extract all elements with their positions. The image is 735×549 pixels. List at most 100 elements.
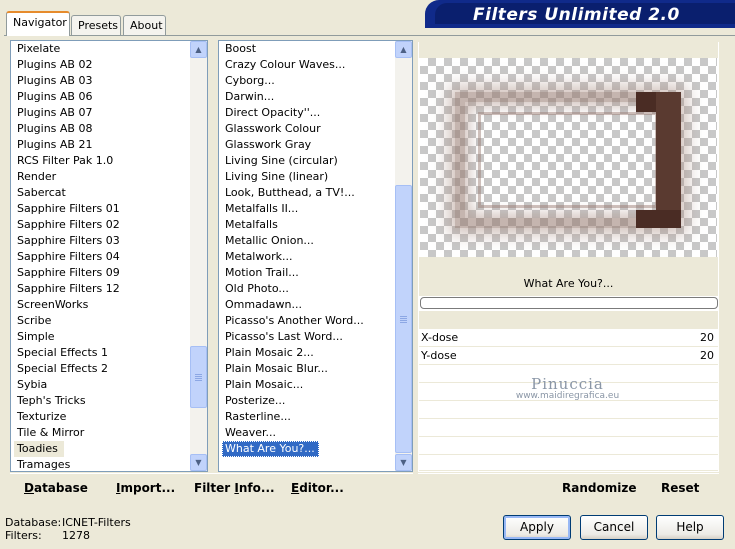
list-item[interactable]: Special Effects 1: [11, 345, 189, 361]
preview-spacer: [419, 311, 718, 329]
category-scrollbar[interactable]: ▲ ▼: [190, 41, 207, 471]
list-item[interactable]: Sapphire Filters 12: [11, 281, 189, 297]
list-item[interactable]: Cyborg...: [219, 73, 394, 89]
list-item[interactable]: Glasswork Gray: [219, 137, 394, 153]
param-value[interactable]: 20: [700, 347, 714, 365]
list-item[interactable]: Old Photo...: [219, 281, 394, 297]
param-label: X-dose: [421, 331, 459, 344]
list-item[interactable]: Metallic Onion...: [219, 233, 394, 249]
list-item[interactable]: Metalfalls II...: [219, 201, 394, 217]
tab-navigator[interactable]: Navigator: [6, 11, 70, 36]
list-item[interactable]: Sapphire Filters 09: [11, 265, 189, 281]
list-item[interactable]: Toadies: [11, 441, 189, 457]
list-item-label: Rasterline...: [225, 410, 291, 423]
list-item-label: Sybia: [17, 378, 48, 391]
scroll-down-icon[interactable]: ▼: [395, 454, 412, 471]
list-item[interactable]: Posterize...: [219, 393, 394, 409]
list-item-label: Plugins AB 03: [17, 74, 93, 87]
list-item[interactable]: Glasswork Colour: [219, 121, 394, 137]
list-item[interactable]: Simple: [11, 329, 189, 345]
list-item[interactable]: Texturize: [11, 409, 189, 425]
filter-info-button[interactable]: Filter Info...: [194, 481, 275, 495]
list-item[interactable]: Tramages: [11, 457, 189, 471]
list-item[interactable]: What Are You?...: [219, 441, 394, 457]
list-item[interactable]: Sapphire Filters 01: [11, 201, 189, 217]
list-item[interactable]: Render: [11, 169, 189, 185]
list-item[interactable]: Rasterline...: [219, 409, 394, 425]
list-item-label: ScreenWorks: [17, 298, 89, 311]
list-item[interactable]: Metalwork...: [219, 249, 394, 265]
randomize-button[interactable]: Randomize: [562, 481, 636, 495]
list-item[interactable]: Living Sine (circular): [219, 153, 394, 169]
list-item[interactable]: Sapphire Filters 02: [11, 217, 189, 233]
list-item[interactable]: Crazy Colour Waves...: [219, 57, 394, 73]
tab-about[interactable]: About: [123, 15, 166, 35]
list-item[interactable]: Plain Mosaic...: [219, 377, 394, 393]
list-item[interactable]: Motion Trail...: [219, 265, 394, 281]
list-item-label: Plugins AB 08: [17, 122, 93, 135]
filter-scrollbar[interactable]: ▲ ▼: [395, 41, 412, 471]
list-item[interactable]: Pixelate: [11, 41, 189, 57]
status-filters-value: 1278: [62, 529, 90, 542]
reset-button[interactable]: Reset: [661, 481, 699, 495]
scroll-up-icon[interactable]: ▲: [395, 41, 412, 58]
database-button[interactable]: Database: [24, 481, 88, 495]
param-empty: [419, 455, 718, 471]
help-button[interactable]: Help: [656, 515, 724, 540]
list-item[interactable]: Sybia: [11, 377, 189, 393]
list-item[interactable]: RCS Filter Pak 1.0: [11, 153, 189, 169]
list-item[interactable]: Plugins AB 06: [11, 89, 189, 105]
list-item[interactable]: Boost: [219, 41, 394, 57]
frame-corner: [636, 210, 681, 228]
list-item[interactable]: Darwin...: [219, 89, 394, 105]
param-y-dose[interactable]: Y-dose 20: [419, 347, 718, 365]
list-item[interactable]: Metalfalls: [219, 217, 394, 233]
list-item-label: Sabercat: [17, 186, 66, 199]
list-item-label: Crazy Colour Waves...: [225, 58, 346, 71]
list-item[interactable]: Sapphire Filters 04: [11, 249, 189, 265]
list-item[interactable]: Plugins AB 07: [11, 105, 189, 121]
list-item[interactable]: Special Effects 2: [11, 361, 189, 377]
apply-button[interactable]: Apply: [503, 515, 571, 540]
tab-about-label: About: [130, 19, 163, 32]
list-item-label: Plain Mosaic 2...: [225, 346, 314, 359]
list-item[interactable]: Living Sine (linear): [219, 169, 394, 185]
list-item[interactable]: Plugins AB 02: [11, 57, 189, 73]
category-list[interactable]: Pixelate Plugins AB 02 Plugins AB 03 Plugin…: [10, 40, 208, 472]
list-item[interactable]: ScreenWorks: [11, 297, 189, 313]
list-item[interactable]: Weaver...: [219, 425, 394, 441]
list-item[interactable]: Ommadawn...: [219, 297, 394, 313]
editor-button[interactable]: Editor...: [291, 481, 344, 495]
list-item[interactable]: Direct Opacity''...: [219, 105, 394, 121]
list-item[interactable]: Plugins AB 21: [11, 137, 189, 153]
list-item-label: RCS Filter Pak 1.0: [17, 154, 114, 167]
status-database-label: Database:: [5, 516, 62, 529]
list-item[interactable]: Tile & Mirror: [11, 425, 189, 441]
import-button[interactable]: Import...: [116, 481, 175, 495]
scroll-up-icon[interactable]: ▲: [190, 41, 207, 58]
list-item-label: Plain Mosaic...: [225, 378, 304, 391]
list-item[interactable]: Plugins AB 08: [11, 121, 189, 137]
list-item[interactable]: Teph's Tricks: [11, 393, 189, 409]
list-item[interactable]: Sapphire Filters 03: [11, 233, 189, 249]
scroll-down-icon[interactable]: ▼: [190, 454, 207, 471]
list-item[interactable]: Sabercat: [11, 185, 189, 201]
scroll-thumb[interactable]: [190, 346, 207, 408]
list-item-label: Special Effects 1: [17, 346, 109, 359]
param-x-dose[interactable]: X-dose 20: [419, 329, 718, 347]
list-item[interactable]: Scribe: [11, 313, 189, 329]
param-value[interactable]: 20: [700, 329, 714, 347]
list-item[interactable]: Plain Mosaic 2...: [219, 345, 394, 361]
tab-presets[interactable]: Presets: [71, 15, 121, 35]
list-item-label: Simple: [17, 330, 55, 343]
list-item[interactable]: Picasso's Last Word...: [219, 329, 394, 345]
list-item[interactable]: Plugins AB 03: [11, 73, 189, 89]
list-item[interactable]: Picasso's Another Word...: [219, 313, 394, 329]
filter-list[interactable]: Boost Crazy Colour Waves... Cyborg... Darwi…: [218, 40, 413, 472]
app-title: Filters Unlimited 2.0: [473, 5, 680, 25]
cancel-button[interactable]: Cancel: [580, 515, 648, 540]
list-item[interactable]: Look, Butthead, a TV!...: [219, 185, 394, 201]
scroll-thumb[interactable]: [395, 185, 412, 453]
list-item-label: Teph's Tricks: [17, 394, 86, 407]
list-item[interactable]: Plain Mosaic Blur...: [219, 361, 394, 377]
